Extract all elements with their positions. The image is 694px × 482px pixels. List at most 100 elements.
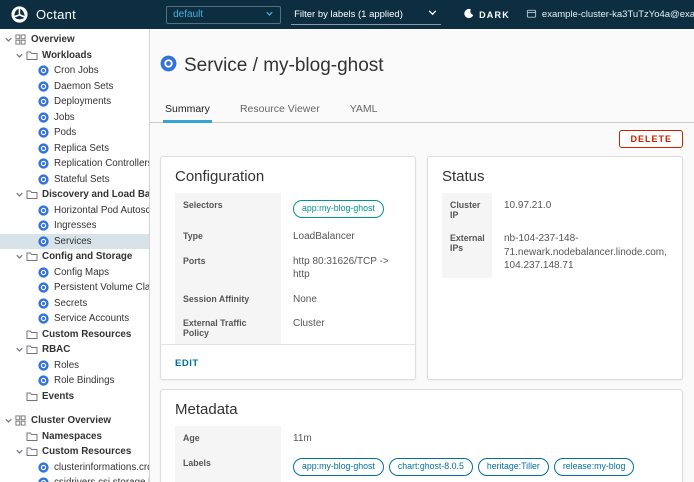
sidebar-item-pods[interactable]: Pods: [0, 125, 149, 141]
sidebar-item-namespaces[interactable]: Namespaces: [0, 429, 149, 445]
sidebar-item-label: RBAC: [42, 344, 70, 355]
resource-icon: [37, 267, 50, 278]
chevron-down-icon: [427, 7, 438, 21]
resource-icon: [37, 81, 50, 92]
resource-icon: [37, 360, 50, 371]
folder-icon: [25, 431, 38, 442]
page-title: Service / my-blog-ghost: [184, 55, 384, 77]
sidebar-item-label: Config and Storage: [42, 251, 132, 262]
kv-value: LoadBalancer: [281, 224, 401, 249]
sidebar-item-label: Secrets: [54, 298, 87, 309]
folder-icon: [25, 50, 38, 61]
sidebar-nav: Overview Workloads Cron Jobs Daemon SetsDep…: [0, 29, 150, 482]
resource-icon: [37, 220, 50, 231]
page-header: Service / my-blog-ghost: [160, 42, 683, 89]
sidebar-item-label: Workloads: [42, 50, 92, 61]
apps-icon: [14, 34, 27, 45]
sidebar-item-deployments[interactable]: Deployments: [0, 94, 149, 110]
sidebar-item-csidrivers-csi-storage-k8s-io[interactable]: csidrivers.csi.storage.k8s.io: [0, 475, 149, 482]
sidebar-item-label: Persistent Volume Claims: [54, 282, 149, 293]
sidebar-item-cluster-overview[interactable]: Cluster Overview: [0, 413, 149, 429]
sidebar-item-config-maps[interactable]: Config Maps: [0, 265, 149, 281]
chevron-down-icon[interactable]: [14, 447, 25, 456]
sidebar-item-services[interactable]: Services: [0, 234, 149, 250]
theme-toggle[interactable]: DARK: [463, 8, 510, 21]
sidebar-item-roles[interactable]: Roles: [0, 358, 149, 374]
kv-key: External Traffic Policy: [175, 311, 281, 344]
kv-value: 11m: [281, 426, 668, 451]
kv-key: Selectors: [175, 193, 281, 224]
theme-toggle-label: DARK: [479, 10, 510, 20]
status-card: Status Cluster IP10.97.21.0External IPsn…: [427, 156, 683, 380]
sidebar-item-daemon-sets[interactable]: Daemon Sets: [0, 79, 149, 95]
sidebar-item-rbac[interactable]: RBAC: [0, 342, 149, 358]
sidebar-item-label: Stateful Sets: [54, 174, 110, 185]
label-chip-release-my-blog[interactable]: release:my-blog: [554, 458, 635, 476]
chevron-down-icon[interactable]: [14, 190, 25, 199]
chevron-down-icon[interactable]: [14, 345, 25, 354]
label-chip-heritage-tiller[interactable]: heritage:Tiller: [478, 458, 549, 476]
kv-row-external-traffic-policy: External Traffic PolicyCluster: [175, 311, 401, 344]
kv-value: nb-104-237-148-71.newark.nodebalancer.li…: [492, 226, 668, 278]
metadata-rows: Age11mLabelsapp:my-blog-ghostchart:ghost…: [175, 426, 668, 481]
tab-yaml[interactable]: YAML: [348, 99, 380, 122]
sidebar-item-label: Deployments: [54, 96, 111, 107]
sidebar-item-horizontal-pod-autoscalers[interactable]: Horizontal Pod Autoscalers: [0, 203, 149, 219]
sidebar-item-cron-jobs[interactable]: Cron Jobs: [0, 63, 149, 79]
sidebar-item-discovery-and-load-balancing[interactable]: Discovery and Load Balancing: [0, 187, 149, 203]
sidebar-item-replica-sets[interactable]: Replica Sets: [0, 141, 149, 157]
label-chip-chart-ghost-8-0-5[interactable]: chart:ghost-8.0.5: [389, 458, 473, 476]
cluster-context-selector[interactable]: example-cluster-ka3TuTzYo4a@example-clus…: [526, 8, 694, 22]
sidebar-item-events[interactable]: Events: [0, 389, 149, 405]
sidebar-item-secrets[interactable]: Secrets: [0, 296, 149, 312]
sidebar-item-replication-controllers[interactable]: Replication Controllers: [0, 156, 149, 172]
configuration-rows: Selectors app:my-blog-ghost TypeLoadBalanc…: [175, 193, 401, 344]
chevron-down-icon[interactable]: [14, 252, 25, 261]
sidebar-item-label: Config Maps: [54, 267, 109, 278]
sidebar-item-config-and-storage[interactable]: Config and Storage: [0, 249, 149, 265]
folder-icon: [25, 391, 38, 402]
tab-resource-viewer[interactable]: Resource Viewer: [238, 99, 322, 122]
sidebar-item-custom-resources[interactable]: Custom Resources: [0, 444, 149, 460]
namespace-selector[interactable]: default: [166, 6, 281, 24]
metadata-card: Metadata Age11mLabelsapp:my-blog-ghostch…: [160, 389, 683, 482]
edit-button[interactable]: EDIT: [175, 358, 199, 369]
folder-icon: [25, 189, 38, 200]
kv-key: Labels: [175, 451, 281, 482]
kv-row-selectors: Selectors app:my-blog-ghost: [175, 193, 401, 224]
kv-key: Session Affinity: [175, 287, 281, 312]
sidebar-item-overview[interactable]: Overview: [0, 32, 149, 48]
label-chip-app-my-blog-ghost[interactable]: app:my-blog-ghost: [293, 458, 384, 476]
label-chip-app-my-blog-ghost[interactable]: app:my-blog-ghost: [293, 200, 384, 218]
sidebar-item-jobs[interactable]: Jobs: [0, 110, 149, 126]
kv-key: Ports: [175, 249, 281, 287]
label-filter[interactable]: Filter by labels (1 applied): [291, 5, 441, 25]
chevron-down-icon[interactable]: [3, 35, 14, 44]
kv-key: External IPs: [442, 226, 492, 278]
sidebar-item-label: Replication Controllers: [54, 158, 149, 169]
sidebar-item-label: Cron Jobs: [54, 65, 99, 76]
sidebar-item-custom-resources[interactable]: Custom Resources: [0, 327, 149, 343]
status-rows: Cluster IP10.97.21.0External IPsnb-104-2…: [442, 193, 668, 278]
resource-icon: [37, 112, 50, 123]
sidebar-item-clusterinformations-crd-projec[interactable]: clusterinformations.crd.projec: [0, 460, 149, 476]
sidebar-item-persistent-volume-claims[interactable]: Persistent Volume Claims: [0, 280, 149, 296]
delete-button[interactable]: DELETE: [619, 130, 683, 148]
kv-key: Type: [175, 224, 281, 249]
main-content: Service / my-blog-ghost Summary Resource …: [150, 29, 694, 482]
sidebar-item-label: Cluster Overview: [31, 415, 111, 426]
summary-cards-row: Configuration Selectorsapp:my-blog-ghost…: [160, 156, 683, 380]
sidebar-item-role-bindings[interactable]: Role Bindings: [0, 373, 149, 389]
resource-icon: [37, 96, 50, 107]
sidebar-item-service-accounts[interactable]: Service Accounts: [0, 311, 149, 327]
chevron-down-icon[interactable]: [14, 51, 25, 60]
sidebar-item-label: Custom Resources: [42, 446, 131, 457]
kv-key: Cluster IP: [442, 193, 492, 226]
status-card-title: Status: [428, 157, 682, 193]
sidebar-item-label: csidrivers.csi.storage.k8s.io: [54, 477, 149, 482]
tab-summary[interactable]: Summary: [163, 99, 212, 123]
sidebar-item-ingresses[interactable]: Ingresses: [0, 218, 149, 234]
chevron-down-icon[interactable]: [3, 416, 14, 425]
sidebar-item-stateful-sets[interactable]: Stateful Sets: [0, 172, 149, 188]
sidebar-item-workloads[interactable]: Workloads: [0, 48, 149, 64]
